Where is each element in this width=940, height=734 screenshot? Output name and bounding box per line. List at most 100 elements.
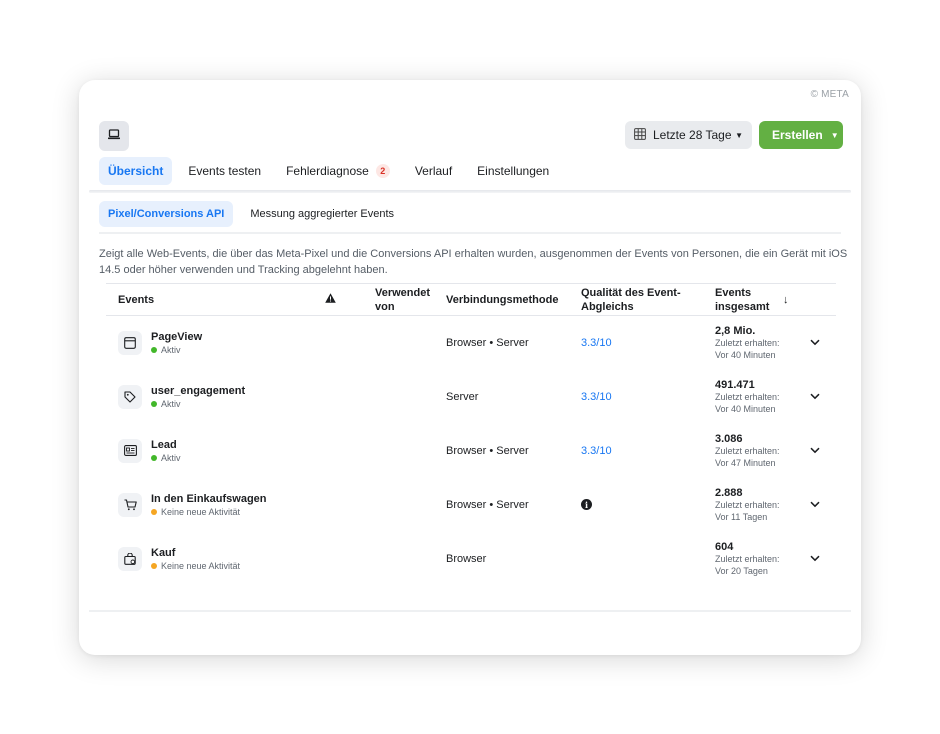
- total-events-count: 2.888: [715, 486, 743, 499]
- match-quality-score[interactable]: 3.3/10: [581, 391, 612, 403]
- event-cell: Lead Aktiv: [106, 424, 325, 478]
- last-received-label: Zuletzt erhalten:: [715, 337, 780, 348]
- laptop-icon: [108, 127, 120, 145]
- table-row[interactable]: In den Einkaufswagen Keine neue Aktivitä…: [106, 478, 836, 532]
- sub-tabs: Pixel/Conversions API Messung aggregiert…: [99, 201, 403, 227]
- total-events-cell: 604 Zuletzt erhalten: Vor 20 Tagen: [715, 532, 810, 586]
- header-events[interactable]: Events: [106, 283, 325, 316]
- match-quality-score[interactable]: 3.3/10: [581, 445, 612, 457]
- caret-down-icon: ▼: [830, 130, 839, 140]
- tab-label: Verlauf: [414, 164, 453, 178]
- caret-down-icon: ▼: [735, 130, 743, 140]
- tab-overview[interactable]: Übersicht: [99, 157, 173, 185]
- total-events-cell: 2,8 Mio. Zuletzt erhalten: Vor 40 Minute…: [715, 316, 810, 370]
- event-status-label: Keine neue Aktivität: [161, 560, 241, 571]
- tab-label: Events testen: [188, 164, 262, 178]
- event-name: user_engagement: [151, 384, 246, 397]
- chevron-down-icon[interactable]: [810, 554, 820, 565]
- table-row[interactable]: Lead Aktiv Browser • Server 3.3/10 3.086…: [106, 424, 836, 478]
- diagnostics-count-badge: 2: [375, 164, 390, 178]
- total-events-count: 3.086: [715, 432, 743, 445]
- connection-method: Browser • Server: [446, 444, 529, 457]
- create-button[interactable]: Erstellen ▼: [759, 121, 843, 149]
- status-dot-inactive: [151, 508, 157, 515]
- table-row[interactable]: PageView Aktiv Browser • Server 3.3/10 2…: [106, 316, 836, 370]
- browser-window-icon: [118, 330, 142, 355]
- tab-diagnostics[interactable]: Fehlerdiagnose 2: [277, 157, 399, 185]
- event-status-label: Aktiv: [161, 398, 181, 409]
- total-events-count: 604: [715, 540, 734, 553]
- header-total-events[interactable]: Events insgesamt ↓: [715, 283, 810, 316]
- tabs-divider: [89, 190, 851, 193]
- tab-label: Übersicht: [108, 164, 164, 178]
- event-status: Aktiv: [151, 453, 181, 463]
- header-connection-method[interactable]: Verbindungsmethode: [446, 283, 581, 316]
- tab-label: Einstellungen: [477, 164, 550, 178]
- event-status-label: Aktiv: [161, 452, 181, 463]
- chevron-down-icon[interactable]: [810, 446, 820, 457]
- event-cell: user_engagement Aktiv: [106, 370, 325, 424]
- events-table: Events Verwendet von Verbindungsmethode …: [106, 283, 836, 586]
- event-status: Aktiv: [151, 399, 245, 409]
- subtab-aggregated-event-measurement[interactable]: Messung aggregierter Events: [241, 201, 403, 227]
- connection-method: Server: [446, 390, 479, 403]
- table-row[interactable]: user_engagement Aktiv Server 3.3/10 491.…: [106, 370, 836, 424]
- id-card-icon: [118, 438, 142, 463]
- total-events-count: 2,8 Mio.: [715, 324, 756, 337]
- tab-settings[interactable]: Einstellungen: [468, 157, 558, 185]
- header-warning: [325, 283, 375, 316]
- subtab-label: Messung aggregierter Events: [250, 208, 395, 220]
- tag-icon: [118, 384, 142, 409]
- header-expand: [810, 283, 836, 316]
- tab-test-events[interactable]: Events testen: [179, 157, 270, 185]
- match-quality-score[interactable]: 3.3/10: [581, 337, 612, 349]
- event-cell: In den Einkaufswagen Keine neue Aktivitä…: [106, 478, 325, 532]
- tab-label: Fehlerdiagnose: [286, 164, 369, 178]
- event-status-label: Keine neue Aktivität: [161, 506, 241, 517]
- chevron-down-icon[interactable]: [810, 500, 820, 511]
- status-dot-active: [151, 400, 157, 407]
- last-received-label: Zuletzt erhalten:: [715, 391, 780, 402]
- data-source-device-button[interactable]: [99, 121, 129, 151]
- subtab-pixel-conversions-api[interactable]: Pixel/Conversions API: [99, 201, 234, 227]
- event-name: In den Einkaufswagen: [151, 492, 267, 505]
- tab-history[interactable]: Verlauf: [406, 157, 461, 185]
- connection-method: Browser • Server: [446, 336, 529, 349]
- last-received-time: Vor 11 Tagen: [715, 511, 768, 522]
- chevron-down-icon[interactable]: [810, 338, 820, 349]
- last-received-label: Zuletzt erhalten:: [715, 553, 780, 564]
- total-events-count: 491.471: [715, 378, 755, 391]
- last-received-time: Vor 40 Minuten: [715, 403, 776, 414]
- connection-method: Browser: [446, 552, 487, 565]
- table-row[interactable]: Kauf Keine neue Aktivität Browser 604 Zu…: [106, 532, 836, 586]
- calendar-grid-icon: [634, 127, 646, 143]
- info-icon[interactable]: i: [581, 499, 592, 510]
- status-dot-active: [151, 346, 157, 353]
- table-header-row: Events Verwendet von Verbindungsmethode …: [106, 283, 836, 316]
- event-status: Keine neue Aktivität: [151, 561, 240, 571]
- connection-method: Browser • Server: [446, 498, 529, 511]
- footer-divider: [89, 610, 851, 612]
- header-total-events-label: Events insgesamt: [715, 286, 770, 313]
- status-dot-active: [151, 454, 157, 461]
- total-events-cell: 491.471 Zuletzt erhalten: Vor 40 Minuten: [715, 370, 810, 424]
- total-events-cell: 3.086 Zuletzt erhalten: Vor 47 Minuten: [715, 424, 810, 478]
- event-name: Lead: [151, 438, 177, 451]
- shopping-bag-icon: [118, 546, 142, 571]
- header-match-quality[interactable]: Qualität des Event-Abgleichs: [581, 283, 715, 316]
- warning-icon: [325, 292, 336, 306]
- total-events-cell: 2.888 Zuletzt erhalten: Vor 11 Tagen: [715, 478, 810, 532]
- events-description: Zeigt alle Web-Events, die über das Meta…: [99, 248, 848, 276]
- event-name: Kauf: [151, 546, 176, 559]
- create-button-label: Erstellen: [772, 128, 823, 142]
- subtabs-divider: [99, 232, 841, 234]
- last-received-time: Vor 40 Minuten: [715, 349, 776, 360]
- last-received-label: Zuletzt erhalten:: [715, 499, 780, 510]
- date-range-picker[interactable]: Letzte 28 Tage ▼: [625, 121, 752, 149]
- sort-down-arrow-icon[interactable]: ↓: [783, 293, 789, 307]
- header-used-by[interactable]: Verwendet von: [375, 283, 446, 316]
- chevron-down-icon[interactable]: [810, 392, 820, 403]
- date-range-label: Letzte 28 Tage: [653, 128, 732, 142]
- subtab-label: Pixel/Conversions API: [108, 208, 225, 220]
- events-manager-panel: © META Letzte 28 Tage ▼ Erstellen ▼ Über…: [79, 80, 861, 655]
